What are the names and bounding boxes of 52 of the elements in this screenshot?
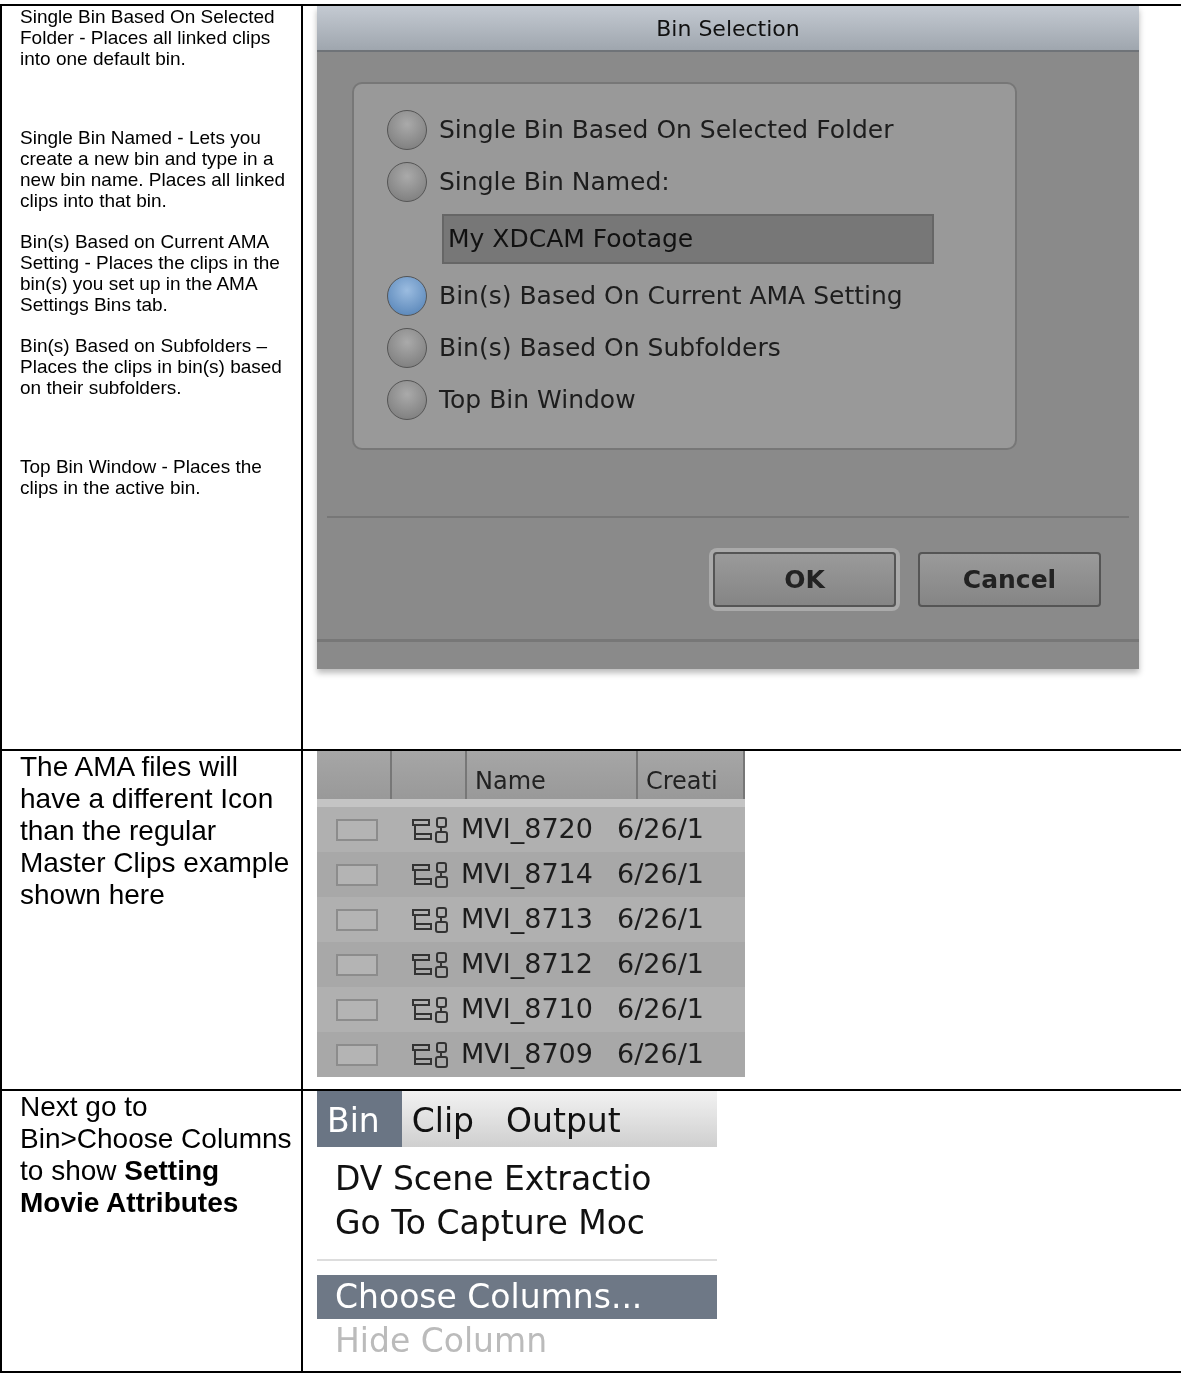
swatch-box <box>336 998 378 1021</box>
radio-button[interactable] <box>387 162 427 202</box>
swatch-box <box>336 818 378 841</box>
radio-button[interactable] <box>387 380 427 420</box>
master-clip-icon <box>411 1040 451 1069</box>
swatch-box <box>336 1043 378 1066</box>
creation-date: 6/26/1 <box>617 992 704 1027</box>
creation-date: 6/26/1 <box>617 1037 704 1072</box>
master-clip-icon <box>411 860 451 889</box>
creation-date: 6/26/1 <box>617 947 704 982</box>
menu-item[interactable]: Choose Columns... <box>317 1275 717 1319</box>
note-text: Single Bin Based On Selected Folder - Places all linked clips into one default bin. <box>20 6 276 69</box>
clip-name: MVI_8709 <box>461 1037 594 1072</box>
clip-name: MVI_8714 <box>461 857 594 892</box>
menu-title[interactable]: Bin <box>317 1091 402 1147</box>
menu-item[interactable]: Go To Capture Moc <box>317 1201 717 1245</box>
radio-button[interactable] <box>387 110 427 150</box>
master-clip-icon <box>411 905 451 934</box>
option-label: Single Bin Based On Selected Folder <box>439 114 894 147</box>
note-text: Top Bin Window - Places the clips in the active bin. <box>20 456 263 498</box>
note-text: Bin(s) Based on Subfolders – Places the clips in bin(s) based on their subfolders. <box>20 335 283 398</box>
option-label: Top Bin Window <box>439 384 636 417</box>
creation-date: 6/26/1 <box>617 812 704 847</box>
option-label: Bin(s) Based On Subfolders <box>439 332 781 365</box>
swatch-box <box>336 953 378 976</box>
master-clip-icon <box>411 950 451 979</box>
column-header[interactable]: Creati <box>638 751 745 799</box>
menu-title[interactable]: Clip <box>401 1091 497 1147</box>
note-text: Next go to Bin>Choose Columns to show Setting Movie Attributes <box>20 1091 293 1219</box>
swatch-box <box>336 908 378 931</box>
clip-name: MVI_8720 <box>461 812 594 847</box>
input-field[interactable]: My XDCAM Footage <box>442 214 934 264</box>
swatch-box <box>336 863 378 886</box>
dialog-button[interactable]: Cancel <box>918 552 1101 607</box>
option-label: Single Bin Named: <box>439 166 670 199</box>
master-clip-icon <box>411 815 451 844</box>
note-text: Single Bin Named - Lets you create a new bin and type in a new bin name. Places all linked clips into that bin. <box>20 127 287 211</box>
creation-date: 6/26/1 <box>617 902 704 937</box>
radio-button[interactable] <box>387 328 427 368</box>
creation-date: 6/26/1 <box>617 857 704 892</box>
clip-name: MVI_8712 <box>461 947 594 982</box>
menu-item[interactable]: DV Scene Extractio <box>317 1157 717 1201</box>
note-text: Bin(s) Based on Current AMA Setting - Places the clips in the bin(s) you set up in the AMA Settings Bins tab. <box>20 231 281 315</box>
clip-name: MVI_8713 <box>461 902 594 937</box>
menu-title[interactable]: Output <box>496 1091 643 1147</box>
column-header[interactable]: Name <box>467 751 638 799</box>
master-clip-icon <box>411 995 451 1024</box>
option-label: Bin(s) Based On Current AMA Setting <box>439 280 903 313</box>
clip-name: MVI_8710 <box>461 992 594 1027</box>
note-text: The AMA files will have a different Icon than the regular Master Clips example shown here <box>20 751 291 911</box>
window-title: Bin Selection <box>317 6 1139 52</box>
radio-button[interactable] <box>387 276 427 316</box>
